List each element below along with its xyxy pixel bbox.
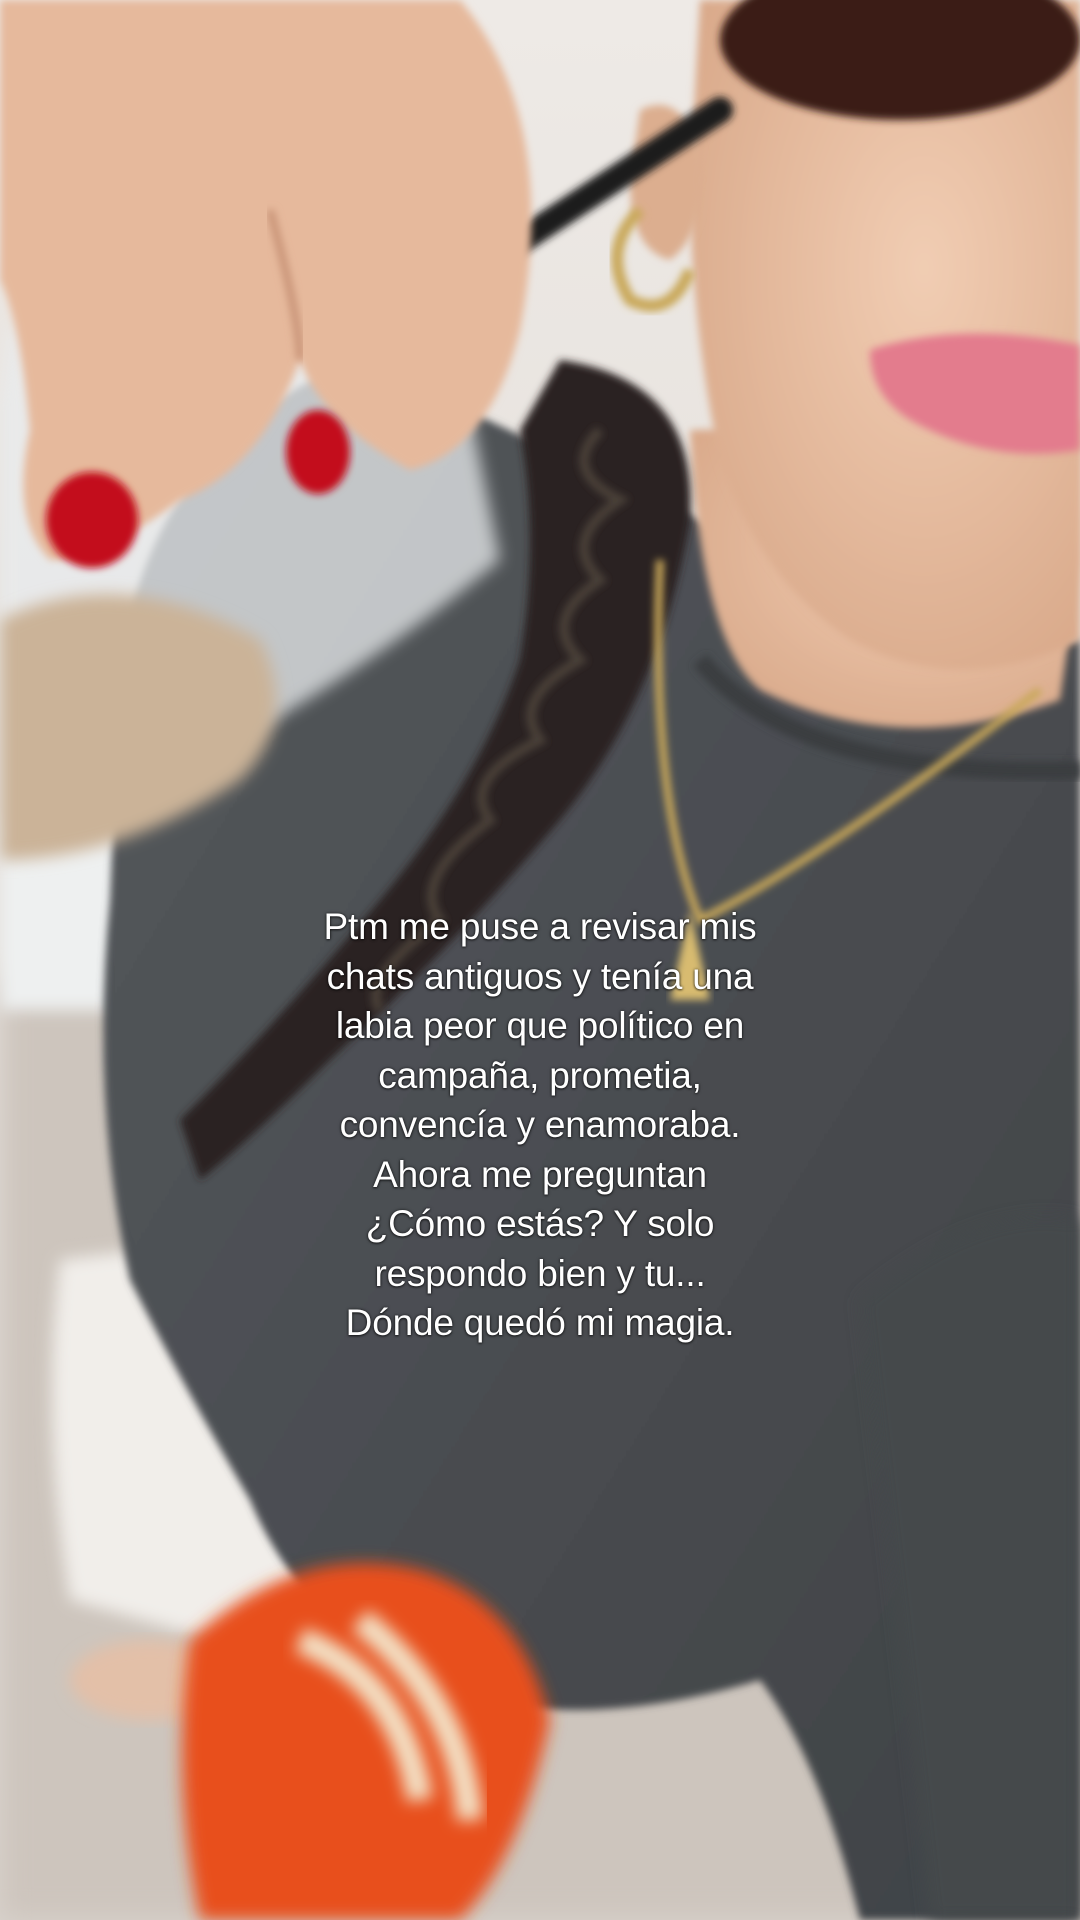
caption-line-2: chats antiguos y tenía una [326, 955, 754, 997]
caption-line-5: convencía y enamoraba. [339, 1104, 741, 1145]
red-nail-1 [46, 472, 138, 568]
overlay-caption: Ptm me puse a revisar mis chats antiguos… [240, 902, 840, 1348]
caption-line-4: campaña, prometia, [378, 1054, 702, 1096]
caption-line-7: ¿Cómo estás? Y solo [365, 1203, 715, 1244]
caption-line-1: Ptm me puse a revisar mis [323, 906, 757, 947]
red-nail-2 [286, 410, 350, 494]
caption-line-6: Ahora me preguntan [373, 1153, 707, 1195]
caption-line-9: Dónde quedó mi magia. [345, 1302, 735, 1343]
caption-line-3: labia peor que político en [335, 1005, 745, 1046]
caption-line-8: respondo bien y tu... [374, 1252, 706, 1294]
